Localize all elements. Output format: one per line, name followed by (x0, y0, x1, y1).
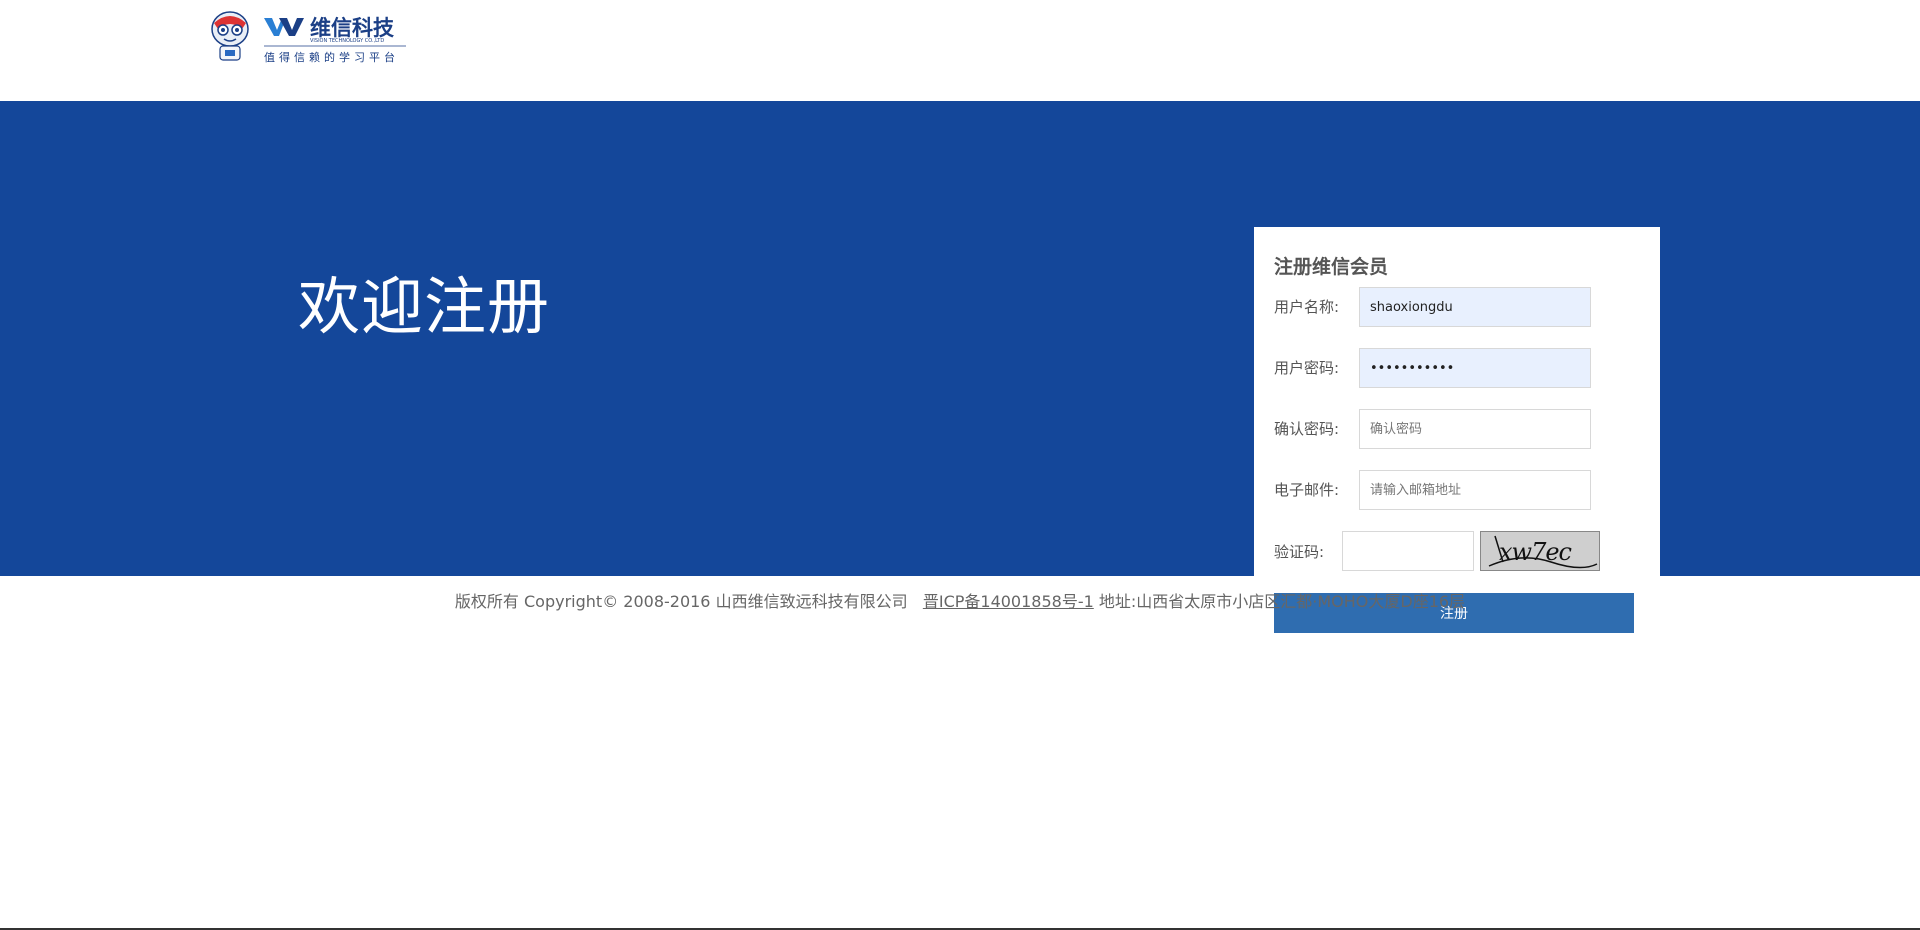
captcha-image[interactable]: xw7ec (1480, 531, 1600, 571)
site-logo[interactable]: 维信科技 VISION TECHNOLOGY CO.,LTD 值得信赖的学习平台 (208, 9, 408, 64)
confirm-password-label: 确认密码: (1274, 420, 1340, 438)
logo-text: 维信科技 VISION TECHNOLOGY CO.,LTD 值得信赖的学习平台 (264, 9, 412, 64)
email-input[interactable] (1359, 470, 1591, 510)
footer-copyright: 版权所有 Copyright© 2008-2016 山西维信致远科技有限公司 (454, 592, 908, 611)
site-footer: 版权所有 Copyright© 2008-2016 山西维信致远科技有限公司 晋… (0, 588, 1920, 612)
password-input[interactable] (1359, 348, 1591, 388)
hero-banner: 欢迎注册 注册维信会员 用户名称: 用户密码: 确认密码: 电子邮件: 验证码:… (0, 101, 1920, 647)
site-header: 维信科技 VISION TECHNOLOGY CO.,LTD 值得信赖的学习平台 (0, 0, 1920, 101)
password-label: 用户密码: (1274, 359, 1340, 377)
footer-address: 地址:山西省太原市小店区汇都·MOHO大厦D座16层 (1098, 592, 1466, 611)
captcha-label: 验证码: (1274, 543, 1325, 561)
captcha-text: xw7ec (1499, 538, 1572, 566)
register-panel: 注册维信会员 用户名称: 用户密码: 确认密码: 电子邮件: 验证码: xw7e… (1254, 227, 1660, 647)
confirm-password-input[interactable] (1359, 409, 1591, 449)
logo-brand-en: VISION TECHNOLOGY CO.,LTD (310, 38, 385, 44)
email-label: 电子邮件: (1274, 481, 1340, 499)
register-title: 注册维信会员 (1274, 256, 1389, 278)
username-label: 用户名称: (1274, 298, 1340, 316)
username-input[interactable] (1359, 287, 1591, 327)
welcome-heading: 欢迎注册 (298, 270, 551, 343)
logo-slogan: 值得信赖的学习平台 (264, 51, 399, 64)
footer-icp-link[interactable]: 晋ICP备14001858号-1 (923, 592, 1094, 611)
captcha-input[interactable] (1342, 531, 1474, 571)
mascot-icon (211, 11, 249, 61)
